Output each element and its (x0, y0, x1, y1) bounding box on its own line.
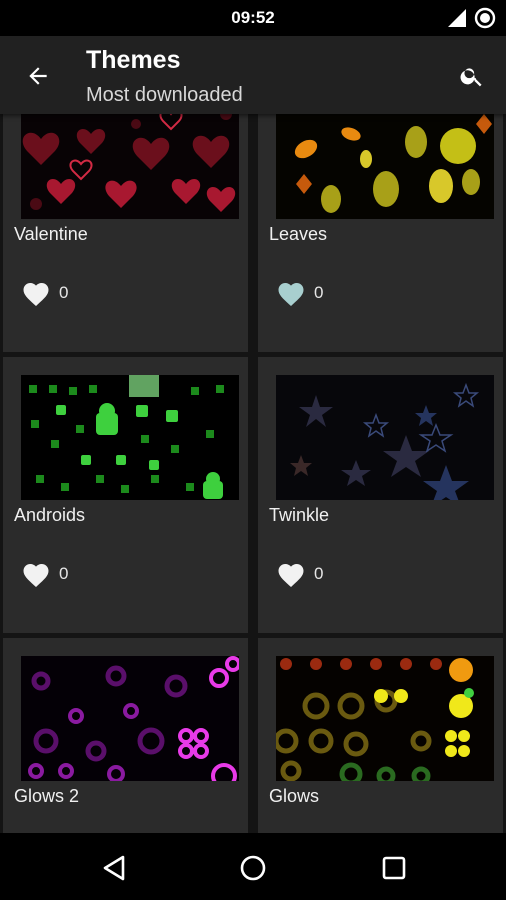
theme-card-androids[interactable]: Androids 0 (3, 357, 248, 633)
navigation-bar (0, 833, 506, 900)
page-title: Themes (86, 46, 181, 74)
theme-name: Leaves (269, 224, 328, 244)
like-count: 0 (314, 564, 324, 583)
like-count: 0 (59, 564, 69, 583)
theme-name: Twinkle (269, 505, 330, 525)
theme-name: Valentine (14, 224, 88, 244)
nav-back-icon (103, 855, 125, 881)
themes-list[interactable]: Valentine 0 Leaves 0 Androids 0 Twinkle … (0, 114, 506, 833)
heart-icon (278, 564, 304, 587)
battery-icon (474, 7, 496, 34)
status-icons: H (446, 7, 496, 34)
like-count: 0 (59, 283, 69, 302)
search-icon (460, 68, 482, 87)
search-button[interactable] (454, 58, 490, 94)
nav-recents-icon (382, 856, 406, 880)
theme-card-valentine[interactable]: Valentine 0 (3, 114, 248, 352)
app-bar: Themes Most downloaded (0, 36, 506, 114)
status-time: 09:52 (231, 8, 275, 27)
nav-home-button[interactable] (231, 846, 275, 890)
theme-thumbnail[interactable] (21, 375, 239, 500)
svg-text:H: H (450, 11, 457, 21)
nav-home-icon (240, 855, 266, 881)
like-button[interactable]: 0 (276, 279, 323, 307)
heart-icon (278, 283, 304, 306)
theme-card-leaves[interactable]: Leaves 0 (258, 114, 503, 352)
theme-name: Androids (14, 505, 86, 525)
nav-back-button[interactable] (92, 846, 136, 890)
theme-thumbnail[interactable] (21, 656, 239, 781)
signal-icon: H (446, 7, 468, 34)
theme-thumbnail[interactable] (276, 656, 494, 781)
theme-card-glows-2[interactable]: Glows 2 0 (3, 638, 248, 833)
theme-thumbnail[interactable] (21, 114, 239, 219)
heart-icon (23, 564, 49, 587)
theme-card-glows[interactable]: Glows 0 (258, 638, 503, 833)
like-button[interactable]: 0 (21, 279, 68, 307)
like-count: 0 (314, 283, 324, 302)
like-button[interactable]: 0 (21, 560, 68, 588)
back-button[interactable] (20, 58, 56, 94)
theme-name: Glows 2 (14, 786, 80, 806)
theme-card-twinkle[interactable]: Twinkle 0 (258, 357, 503, 633)
arrow-back-icon (29, 67, 47, 85)
heart-icon (23, 283, 49, 306)
like-button[interactable]: 0 (276, 560, 323, 588)
theme-name: Glows (269, 786, 320, 806)
theme-thumbnail[interactable] (276, 114, 494, 219)
page-subtitle: Most downloaded (86, 84, 243, 106)
theme-thumbnail[interactable] (276, 375, 494, 500)
nav-recents-button[interactable] (372, 846, 416, 890)
status-bar: 09:52 H (0, 0, 506, 36)
